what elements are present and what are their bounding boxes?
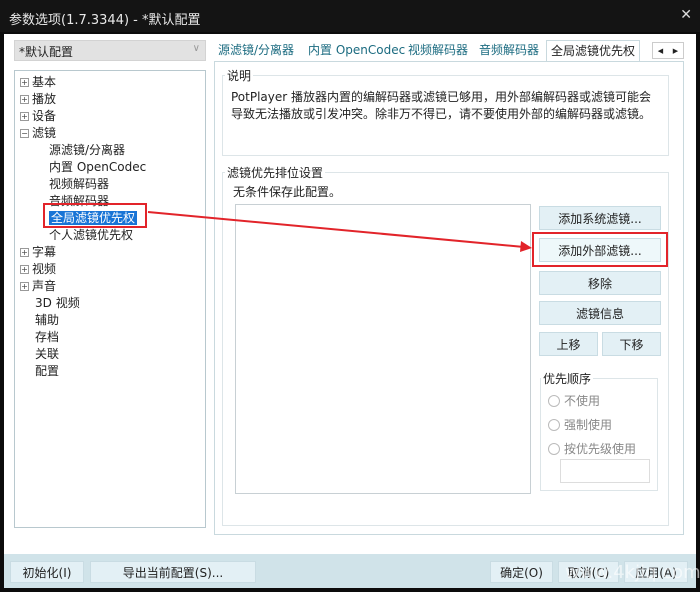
annotation-arrow — [147, 211, 532, 252]
